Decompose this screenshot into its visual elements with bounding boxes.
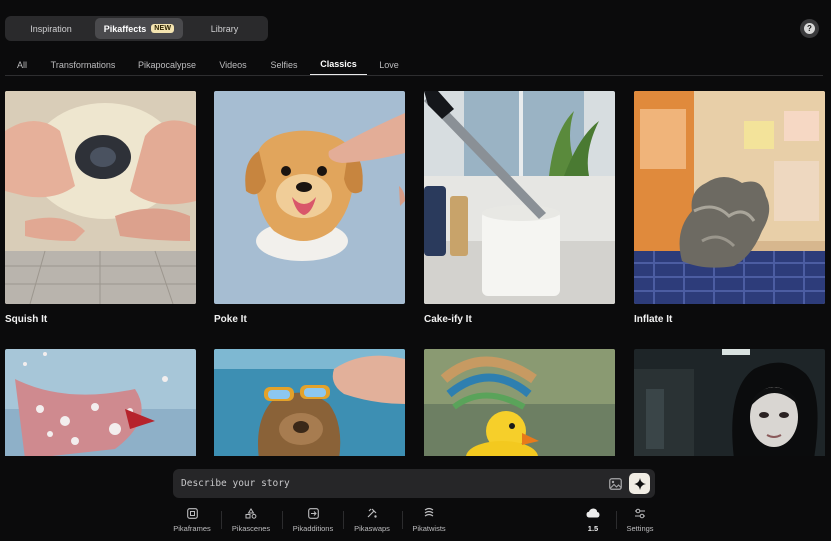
effect-thumbnail[interactable] bbox=[634, 91, 825, 304]
toolbar-label: Pikadditions bbox=[292, 524, 334, 533]
toolbar-pikadditions[interactable]: Pikadditions bbox=[290, 506, 336, 536]
sliders-icon bbox=[633, 506, 647, 520]
swap-icon bbox=[365, 506, 379, 520]
model-selector[interactable]: 1.5 bbox=[580, 506, 606, 536]
scenes-icon bbox=[244, 506, 258, 520]
tab-inspiration-label: Inspiration bbox=[30, 23, 72, 34]
help-icon: ? bbox=[804, 23, 815, 34]
toolbar-pikatwists[interactable]: Pikatwists bbox=[409, 506, 449, 536]
image-upload-button[interactable] bbox=[607, 475, 624, 492]
toolbar-label: Pikaframes bbox=[173, 524, 211, 533]
model-version: 1.5 bbox=[587, 524, 599, 533]
category-tab-videos[interactable]: Videos bbox=[213, 54, 253, 75]
tab-pikaffects-label: Pikaffects bbox=[103, 23, 147, 34]
toolbar-label: Pikascenes bbox=[231, 524, 271, 533]
effect-thumbnail[interactable] bbox=[5, 91, 196, 304]
toolbar-divider bbox=[221, 511, 222, 529]
tab-library[interactable]: Library bbox=[183, 18, 266, 39]
effect-card-title: Poke It bbox=[214, 314, 247, 325]
category-tab-pikapocalypse[interactable]: Pikapocalypse bbox=[133, 54, 201, 75]
category-tabs: All Transformations Pikapocalypse Videos… bbox=[5, 54, 823, 76]
prompt-bar bbox=[173, 469, 655, 498]
toolbar-pikaframes[interactable]: Pikaframes bbox=[172, 506, 212, 536]
help-button[interactable]: ? bbox=[800, 19, 819, 38]
toolbar-divider bbox=[282, 511, 283, 529]
category-tab-all[interactable]: All bbox=[5, 54, 39, 75]
toolbar-label: Pikatwists bbox=[412, 524, 446, 533]
tab-pikaffects[interactable]: Pikaffects NEW bbox=[95, 18, 183, 39]
category-tab-selfies[interactable]: Selfies bbox=[265, 54, 303, 75]
effect-thumbnail[interactable] bbox=[424, 91, 615, 304]
effect-card-title: Inflate It bbox=[634, 314, 673, 325]
frame-icon bbox=[185, 506, 199, 520]
toolbar-pikaswaps[interactable]: Pikaswaps bbox=[352, 506, 392, 536]
effect-thumbnail[interactable] bbox=[214, 91, 405, 304]
effect-thumbnail[interactable] bbox=[214, 349, 405, 459]
sparkle-icon bbox=[633, 477, 646, 490]
image-icon bbox=[609, 477, 622, 490]
category-tab-transformations[interactable]: Transformations bbox=[45, 54, 121, 75]
toolbar-divider bbox=[343, 511, 344, 529]
prompt-input[interactable] bbox=[181, 475, 581, 492]
settings-label: Settings bbox=[626, 524, 654, 533]
toolbar-pikascenes[interactable]: Pikascenes bbox=[230, 506, 272, 536]
new-badge: NEW bbox=[151, 24, 175, 33]
pika-app: Inspiration Pikaffects NEW Library ? All … bbox=[0, 0, 831, 541]
effect-thumbnail[interactable] bbox=[5, 349, 196, 459]
effect-card-title: Cake-ify It bbox=[424, 314, 472, 325]
settings-button[interactable]: Settings bbox=[622, 506, 658, 536]
tab-library-label: Library bbox=[210, 23, 239, 34]
effect-thumbnail[interactable] bbox=[634, 349, 825, 459]
toolbar-divider bbox=[616, 511, 617, 529]
twist-icon bbox=[422, 506, 436, 520]
effect-card-title: Squish It bbox=[5, 314, 48, 325]
toolbar-divider bbox=[402, 511, 403, 529]
tab-inspiration[interactable]: Inspiration bbox=[7, 18, 95, 39]
effect-thumbnail[interactable] bbox=[424, 349, 615, 459]
cloud-icon bbox=[586, 506, 600, 520]
category-tab-classics[interactable]: Classics bbox=[310, 54, 367, 75]
toolbar-label: Pikaswaps bbox=[354, 524, 390, 533]
generate-button[interactable] bbox=[629, 473, 650, 494]
category-tab-love[interactable]: Love bbox=[373, 54, 405, 75]
additions-icon bbox=[306, 506, 320, 520]
mode-tabs: Inspiration Pikaffects NEW Library bbox=[5, 16, 268, 41]
